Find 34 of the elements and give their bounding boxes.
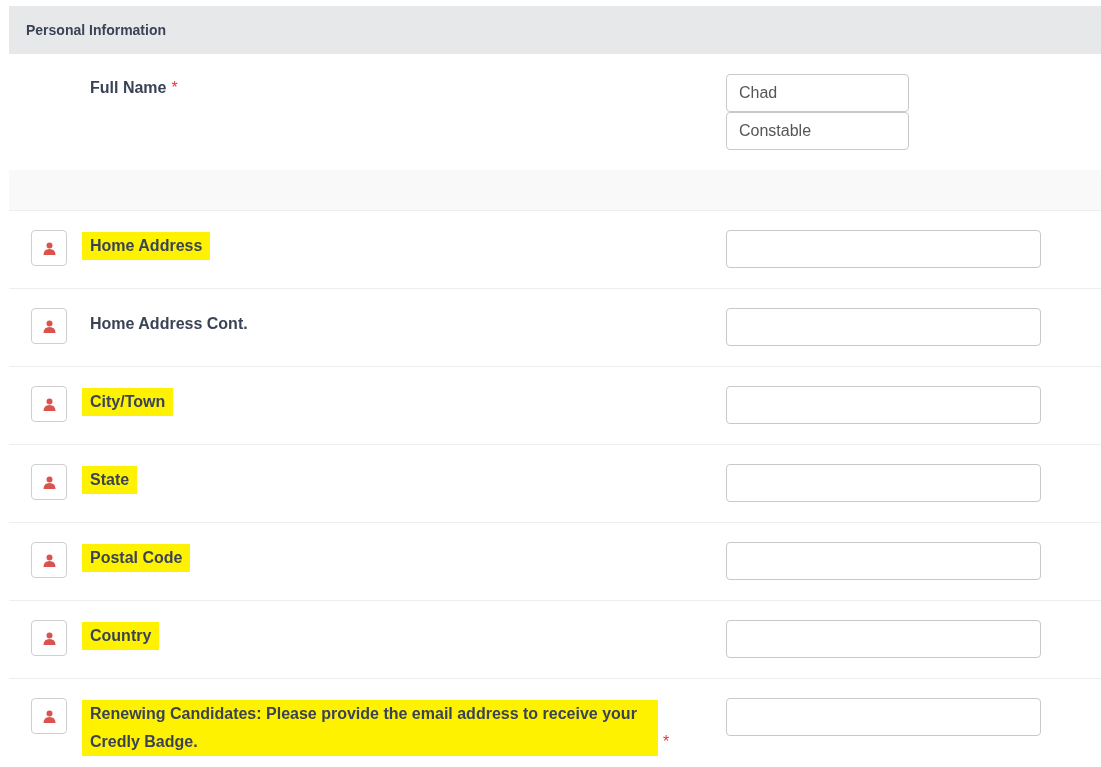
field-label: Renewing Candidates: Please provide the email address to receive your Credly Badge.	[82, 700, 658, 756]
person-button[interactable]	[31, 620, 67, 656]
text-field[interactable]	[726, 620, 1041, 658]
person-button[interactable]	[31, 698, 67, 734]
person-icon	[42, 631, 56, 645]
field-label: Postal Code	[82, 544, 191, 572]
person-icon	[42, 241, 56, 255]
field-label: Full Name	[90, 78, 167, 98]
section-header: Personal Information	[9, 6, 1101, 54]
text-field[interactable]	[726, 542, 1041, 580]
person-icon	[42, 709, 56, 723]
required-mark: *	[171, 79, 178, 96]
person-button[interactable]	[31, 230, 67, 266]
person-icon	[42, 553, 56, 567]
field-label: Home Address Cont.	[90, 314, 248, 334]
person-button[interactable]	[31, 542, 67, 578]
last-name-field[interactable]: Constable	[726, 112, 909, 150]
person-button[interactable]	[31, 464, 67, 500]
field-label: Home Address	[82, 232, 211, 260]
field-label: Country	[82, 622, 160, 650]
text-field[interactable]	[726, 464, 1041, 502]
person-icon	[42, 319, 56, 333]
text-field[interactable]	[726, 308, 1041, 346]
person-button[interactable]	[31, 308, 67, 344]
required-mark: *	[663, 733, 670, 750]
first-name-field[interactable]: Chad	[726, 74, 909, 112]
text-field[interactable]	[726, 698, 1041, 736]
text-field[interactable]	[726, 230, 1041, 268]
person-icon	[42, 397, 56, 411]
field-label: State	[82, 466, 138, 494]
person-button[interactable]	[31, 386, 67, 422]
person-icon	[42, 475, 56, 489]
text-field[interactable]	[726, 386, 1041, 424]
field-label: City/Town	[82, 388, 174, 416]
